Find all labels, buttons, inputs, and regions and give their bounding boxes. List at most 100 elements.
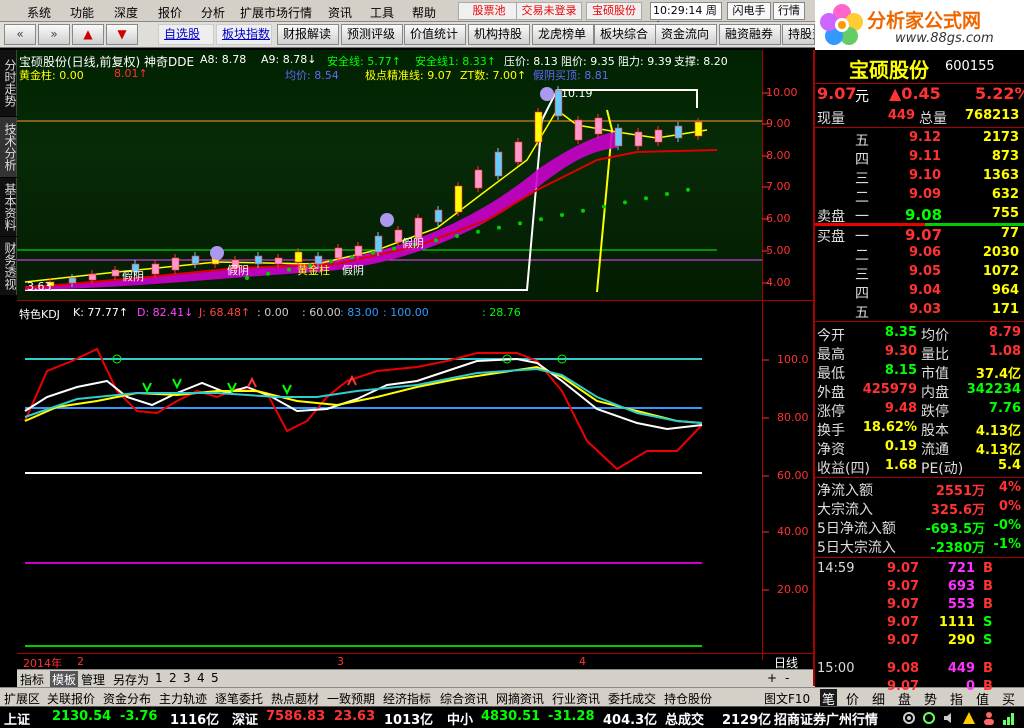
menu-item[interactable]: 资讯	[328, 4, 352, 21]
indicator-tab[interactable]: 模板	[50, 671, 79, 688]
tick-side: S	[983, 615, 993, 630]
xianliang-value: 449	[887, 108, 915, 123]
nav-button[interactable]: »	[38, 24, 70, 45]
toolbar-button[interactable]: 价值统计	[404, 24, 466, 45]
menu-item[interactable]: 帮助	[412, 4, 436, 21]
function-tab[interactable]: 主力轨迹	[159, 690, 207, 707]
indicator-tab[interactable]: 管理	[81, 671, 105, 688]
function-tab[interactable]: 资金分布	[103, 690, 151, 707]
support-dot	[539, 217, 543, 222]
user-icon[interactable]	[982, 711, 996, 725]
stock-code: 600155	[945, 59, 995, 74]
menu-item[interactable]: 报价	[158, 4, 182, 21]
indicator-tab[interactable]: 4	[197, 671, 205, 685]
book-price: 9.08	[905, 206, 943, 224]
menu-item[interactable]: 深度	[114, 4, 138, 21]
toolbar-link[interactable]: 自选股	[158, 24, 214, 45]
price-tick: 4.00	[766, 276, 791, 289]
side-tab[interactable]: 基本资料	[0, 178, 17, 236]
menu-item[interactable]: 分析	[201, 4, 225, 21]
flower-logo-icon	[820, 4, 863, 45]
function-tab[interactable]: 网摘资讯	[496, 690, 544, 707]
indicator-tab[interactable]: 指标	[20, 671, 44, 688]
last-price: 9.07	[817, 84, 857, 103]
indicator-tab[interactable]: 另存为	[113, 671, 149, 688]
stat-value: 1.68	[884, 458, 917, 473]
settings-icon[interactable]	[902, 711, 916, 725]
menu-item[interactable]: 系统	[27, 4, 51, 21]
toolbar-button[interactable]: 机构持股	[468, 24, 530, 45]
indicator-tab[interactable]: 3	[183, 671, 191, 685]
function-tab[interactable]: 图文F10	[764, 690, 810, 707]
toolbar-button[interactable]: 预测评级	[341, 24, 403, 45]
candle-body	[374, 235, 383, 253]
book-row: 一 9.07 77	[815, 226, 1024, 245]
refresh-icon[interactable]	[922, 711, 936, 725]
menu-item[interactable]: 扩展市场行情	[240, 4, 312, 21]
jiayin-label: 假阴	[342, 263, 364, 277]
toolbar-button[interactable]: 资金流向	[655, 24, 717, 45]
menu-button[interactable]: 行情	[773, 2, 805, 20]
alert-icon[interactable]	[962, 711, 976, 725]
nav-button[interactable]: «	[4, 24, 36, 45]
menu-button[interactable]: 闪电手	[727, 2, 771, 20]
indicator-tab[interactable]: 1	[155, 671, 163, 685]
chart-area: 10.19 3.63 假阴 假阴 假阴 假阴 黄金柱 宝硕股份(日线,前复权) 神奇DDE …	[17, 50, 815, 670]
toolbar-button[interactable]: 板块综合	[594, 24, 656, 45]
function-tab[interactable]: 委托成交	[608, 690, 656, 707]
side-tab[interactable]: 财务透视	[0, 237, 17, 295]
status-item: 404.3亿	[603, 713, 658, 728]
toolbar-button[interactable]: 持股变	[782, 24, 815, 45]
function-tab[interactable]: 综合资讯	[440, 690, 488, 707]
function-tab[interactable]: 持仓股份	[664, 690, 712, 707]
toolbar-button[interactable]: 融资融券	[719, 24, 781, 45]
menu-item[interactable]: 工具	[370, 4, 394, 21]
zoom-minus[interactable]: -	[785, 671, 789, 685]
tick-volume: 693	[947, 579, 975, 594]
function-tab[interactable]: 关联报价	[47, 690, 95, 707]
menu-red-item[interactable]: 股票池	[458, 2, 520, 20]
menu-item[interactable]: 功能	[70, 4, 94, 21]
book-level: 三	[855, 267, 869, 283]
indicator-tab[interactable]: 2	[169, 671, 177, 685]
flow-pct: -1%	[993, 537, 1021, 552]
book-price: 9.11	[909, 149, 942, 164]
side-tab[interactable]: 分时走势	[0, 50, 17, 116]
candle-body	[111, 269, 120, 277]
stat-label: PE(动)	[921, 461, 964, 477]
nav-button[interactable]: ▼	[106, 24, 138, 45]
toolbar: «» ▲ ▼ 自选股 板块指数 财报解读 预测评级 价值统计 机构持股 龙虎榜单 板块综合 资金流向融…	[0, 22, 815, 48]
candle-body	[191, 255, 200, 265]
function-tab[interactable]: 热点题材	[271, 690, 319, 707]
function-tab[interactable]: 行业资讯	[552, 690, 600, 707]
nav-button[interactable]: ▲	[72, 24, 104, 45]
price-tick: 7.00	[766, 180, 791, 193]
function-tab[interactable]: 扩展区	[4, 690, 40, 707]
support-dot	[623, 200, 627, 205]
toolbar-button[interactable]: 龙虎榜单	[532, 24, 594, 45]
book-volume: 755	[991, 206, 1019, 221]
menu-red-item[interactable]: 交易未登录	[516, 2, 582, 20]
function-tab[interactable]: 经济指标	[383, 690, 431, 707]
status-item: 2130.54	[52, 709, 112, 724]
menu-red-item[interactable]: 宝硕股份	[586, 2, 642, 20]
candle-body	[68, 277, 77, 284]
face-icon	[540, 87, 554, 101]
tick-price: 9.07	[887, 597, 920, 612]
indicator-tab[interactable]: 5	[211, 671, 219, 685]
price-chart[interactable]: 10.193.63假阴 假阴 假阴假阴黄金柱	[17, 50, 815, 300]
low-label: 3.63	[27, 280, 52, 293]
function-tab[interactable]: 逐笔委托	[215, 690, 263, 707]
side-tab[interactable]: 技术分析	[0, 117, 17, 177]
zoom-plus[interactable]: +	[767, 671, 777, 685]
function-tab[interactable]: 一致预期	[327, 690, 375, 707]
stat-label: 内盘	[921, 385, 949, 401]
kdj-chart[interactable]	[17, 301, 815, 653]
sound-icon[interactable]	[942, 711, 956, 725]
stat-value: 37.4亿	[975, 367, 1021, 382]
flow-value: 2551万	[935, 484, 985, 499]
brand-title: 分析家公式网	[867, 10, 982, 32]
toolbar-button[interactable]: 财报解读	[277, 24, 339, 45]
toolbar-link[interactable]: 板块指数	[216, 24, 272, 45]
stat-label: 市值	[921, 366, 949, 382]
